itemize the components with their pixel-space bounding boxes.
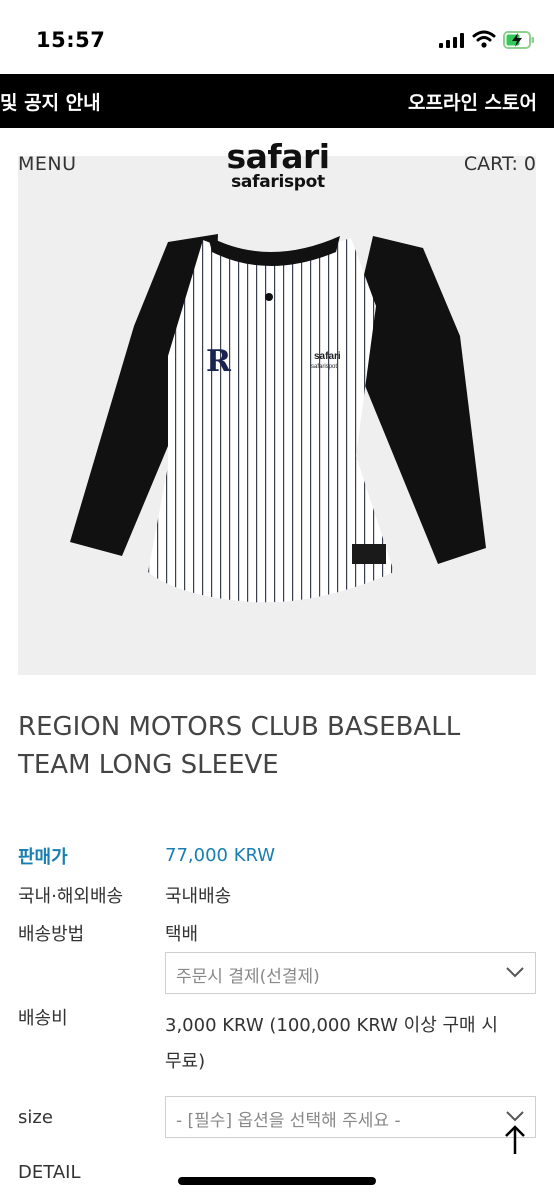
shipping-fee-line1: 3,000 KRW (100,000 KRW 이상 구매 시 xyxy=(165,1015,498,1036)
price-label: 판매가 xyxy=(18,847,68,868)
product-title: REGION MOTORS CLUB BASEBALL TEAM LONG SL… xyxy=(18,712,461,780)
shipping-region-label: 국내·해외배송 xyxy=(18,886,124,907)
logo-text: safari xyxy=(226,137,330,176)
chest-brand-text: safari xyxy=(314,351,341,362)
chest-brand-subtext: safarispot xyxy=(311,364,337,370)
shirt-illustration: R safari safarispot xyxy=(70,234,486,603)
chevron-down-icon xyxy=(506,967,524,978)
size-select[interactable]: - [필수] 옵션을 선택해 주세요 - xyxy=(165,1096,536,1138)
shipping-region-value: 국내배송 xyxy=(165,886,232,907)
shipping-fee-line2: 무료) xyxy=(165,1051,206,1072)
product-image: R safari safarispot xyxy=(18,156,536,675)
offline-store-link[interactable]: 오프라인 스토어 xyxy=(408,88,537,115)
payment-select[interactable]: 주문시 결제(선결제) xyxy=(165,952,536,994)
shipping-method-label: 배송방법 xyxy=(18,924,85,945)
cart-button[interactable]: CART: 0 xyxy=(464,153,536,175)
menu-button[interactable]: MENU xyxy=(18,153,77,175)
detail-label[interactable]: DETAIL xyxy=(18,1162,80,1183)
chevron-down-icon xyxy=(506,1111,524,1122)
battery-charging-icon xyxy=(503,31,534,49)
emblem-text: R xyxy=(206,344,232,379)
logo-subtext: safarispot xyxy=(231,172,325,192)
home-indicator[interactable] xyxy=(178,1177,376,1185)
brand-logo[interactable]: safari safarispot xyxy=(223,137,333,192)
signal-icon xyxy=(439,33,464,48)
scroll-to-top-icon[interactable] xyxy=(503,1124,527,1156)
shipping-method-value: 택배 xyxy=(165,924,199,945)
status-time: 15:57 xyxy=(36,28,106,52)
size-select-value: - [필수] 옵션을 선택해 주세요 - xyxy=(176,1111,401,1131)
size-label: size xyxy=(18,1107,53,1128)
payment-select-value: 주문시 결제(선결제) xyxy=(176,967,320,987)
shipping-fee-label: 배송비 xyxy=(18,1008,68,1029)
price-value: 77,000 KRW xyxy=(165,845,276,866)
notice-banner[interactable]: 및 공지 안내 오프라인 스토어 xyxy=(0,74,554,128)
status-bar: 15:57 xyxy=(0,0,554,74)
wifi-icon xyxy=(472,30,496,48)
notice-text[interactable]: 및 공지 안내 xyxy=(0,88,101,115)
hem-patch xyxy=(352,544,386,564)
